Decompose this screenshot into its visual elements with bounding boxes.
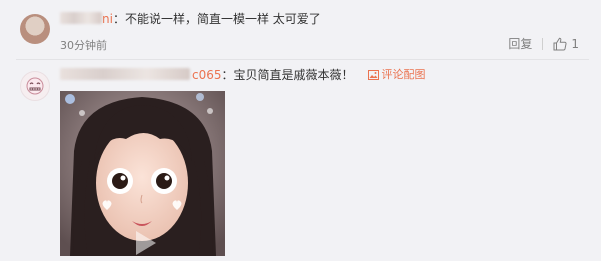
comment-text: 不能说一样，简直一模一样 太可爱了 (124, 12, 321, 26)
username-link[interactable]: c065 (60, 67, 222, 83)
comment-picture-link[interactable]: 评论配图 (367, 67, 426, 83)
comment-photo[interactable] (60, 91, 225, 256)
comment-picture-label: 评论配图 (381, 68, 426, 81)
image-icon (367, 70, 379, 80)
action-divider (542, 37, 544, 50)
username-visible-part: c065 (192, 68, 222, 82)
comment-line: c065：宝贝简直是戚薇本薇！ 评论配图 (60, 67, 426, 83)
colon: ： (112, 12, 125, 26)
comment-item: ni：不能说一样，简直一模一样 太可爱了 30分钟前 回复 1 (0, 0, 601, 60)
comment-actions: 回复 1 (508, 35, 579, 52)
like-button[interactable]: 1 (553, 37, 579, 51)
username-blurred (60, 68, 190, 80)
comment-text: 宝贝简直是戚薇本薇！ (233, 68, 354, 82)
avatar[interactable] (20, 14, 50, 44)
thumbs-up-icon (553, 37, 567, 50)
reply-button[interactable]: 回复 (508, 35, 542, 52)
username-blurred (60, 12, 102, 24)
comment-time: 30分钟前 (60, 39, 107, 52)
username-link[interactable]: ni (60, 11, 113, 27)
avatar[interactable] (20, 71, 50, 101)
username-visible-part: ni (102, 12, 113, 26)
comment-item: c065：宝贝简直是戚薇本薇！ 评论配图 (0, 60, 601, 261)
like-count: 1 (571, 36, 579, 51)
comment-line: ni：不能说一样，简直一模一样 太可爱了 (60, 11, 321, 27)
colon: ： (221, 68, 234, 82)
